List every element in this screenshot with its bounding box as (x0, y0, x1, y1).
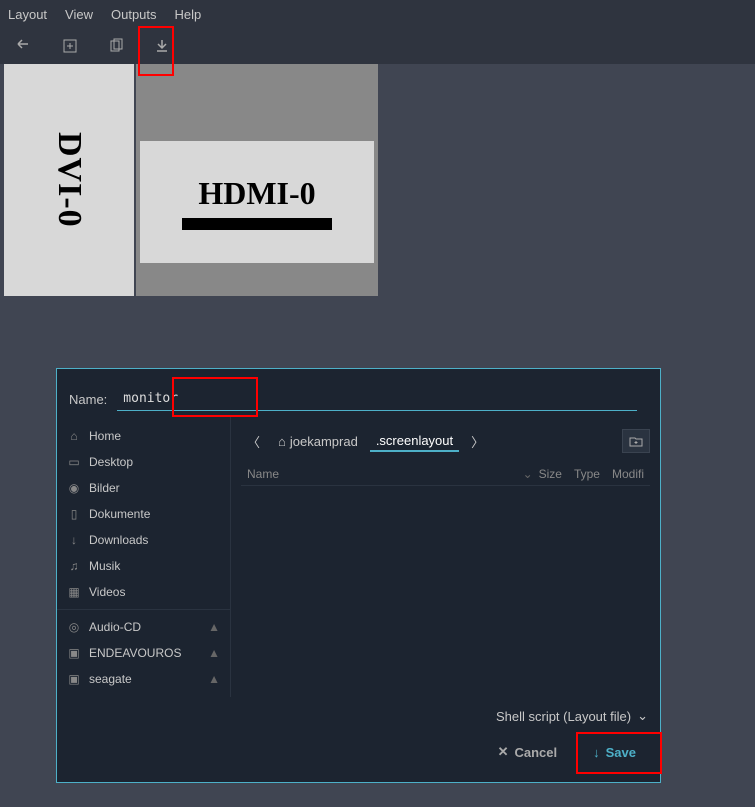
home-icon: ⌂ (67, 429, 81, 443)
add-icon[interactable] (58, 34, 82, 58)
col-name[interactable]: Name (241, 467, 523, 481)
breadcrumb: 〈 ⌂ joekamprad .screenlayout 〉 (241, 423, 650, 463)
sidebar-item-seagate[interactable]: ▣ seagate ▲ (57, 666, 230, 692)
drive-icon: ▣ (67, 646, 81, 660)
camera-icon: ◉ (67, 481, 81, 495)
back-icon[interactable]: 〈 (241, 432, 266, 451)
col-size[interactable]: Size (533, 467, 568, 481)
document-icon: ▯ (67, 507, 81, 521)
sidebar-item-home[interactable]: ⌂ Home (57, 423, 230, 449)
sidebar-item-label: Musik (89, 559, 120, 573)
menu-outputs[interactable]: Outputs (111, 7, 157, 22)
disc-icon: ◎ (67, 620, 81, 634)
monitor-hdmi0-label: HDMI-0 (198, 175, 315, 212)
toolbar (0, 28, 755, 64)
sidebar-item-musik[interactable]: ♫ Musik (57, 553, 230, 579)
monitor-hdmi0-bar (182, 218, 332, 230)
filename-input[interactable] (117, 387, 637, 411)
file-list-header: Name ⌄ Size Type Modifi (241, 463, 650, 486)
sidebar-item-label: ENDEAVOUROS (89, 646, 181, 660)
drive-icon: ▣ (67, 672, 81, 686)
apply-icon[interactable] (12, 34, 36, 58)
music-icon: ♫ (67, 559, 81, 573)
sidebar-item-videos[interactable]: ▦ Videos (57, 579, 230, 605)
format-selector[interactable]: Shell script (Layout file) ⌄ (69, 702, 648, 738)
crumb-home[interactable]: ⌂ joekamprad (272, 432, 364, 451)
sidebar-item-label: Downloads (89, 533, 148, 547)
eject-icon[interactable]: ▲ (208, 620, 220, 634)
col-type[interactable]: Type (568, 467, 606, 481)
sidebar-item-label: Dokumente (89, 507, 150, 521)
format-label: Shell script (Layout file) (496, 709, 631, 724)
eject-icon[interactable]: ▲ (208, 672, 220, 686)
sidebar-item-audiocd[interactable]: ◎ Audio-CD ▲ (57, 614, 230, 640)
video-icon: ▦ (67, 585, 81, 599)
eject-icon[interactable]: ▲ (208, 646, 220, 660)
sidebar-item-label: Home (89, 429, 121, 443)
monitor-dvi0[interactable]: DVI-0 (4, 64, 134, 296)
sidebar-item-label: Bilder (89, 481, 120, 495)
places-sidebar: ⌂ Home ▭ Desktop ◉ Bilder ▯ Dokumente ↓ Downl… (57, 417, 231, 697)
sort-icon[interactable]: ⌄ (523, 467, 533, 481)
save-layout-icon[interactable] (150, 34, 174, 58)
download-icon: ↓ (67, 533, 81, 547)
monitor-dvi0-label: DVI-0 (50, 132, 88, 228)
sidebar-item-label: Desktop (89, 455, 133, 469)
cancel-button[interactable]: ✕ Cancel (486, 738, 570, 766)
name-label: Name: (69, 392, 107, 407)
save-icon: ↓ (593, 745, 600, 760)
new-folder-button[interactable] (622, 429, 650, 453)
sidebar-item-label: seagate (89, 672, 132, 686)
sidebar-item-desktop[interactable]: ▭ Desktop (57, 449, 230, 475)
folder-icon: ▭ (67, 455, 81, 469)
display-canvas[interactable]: DVI-0 HDMI-0 (0, 64, 755, 344)
menu-view[interactable]: View (65, 7, 93, 22)
sidebar-item-dokumente[interactable]: ▯ Dokumente (57, 501, 230, 527)
save-dialog: Name: ⌂ Home ▭ Desktop ◉ Bilder ▯ Dokumente … (56, 368, 661, 783)
crumb-screenlayout[interactable]: .screenlayout (370, 431, 459, 452)
menu-help[interactable]: Help (175, 7, 202, 22)
close-icon: ✕ (498, 744, 509, 760)
monitor-hdmi0[interactable]: HDMI-0 (136, 64, 378, 296)
save-label: Save (606, 745, 636, 760)
home-icon: ⌂ (278, 434, 286, 449)
copy-icon[interactable] (104, 34, 128, 58)
col-modified[interactable]: Modifi (606, 467, 650, 481)
sidebar-item-downloads[interactable]: ↓ Downloads (57, 527, 230, 553)
menu-layout[interactable]: Layout (8, 7, 47, 22)
sidebar-item-label: Audio-CD (89, 620, 141, 634)
cancel-label: Cancel (514, 745, 557, 760)
save-button[interactable]: ↓ Save (581, 738, 648, 766)
sidebar-item-label: Videos (89, 585, 125, 599)
menubar: Layout View Outputs Help (0, 0, 755, 28)
chevron-down-icon: ⌄ (637, 708, 648, 724)
sidebar-item-bilder[interactable]: ◉ Bilder (57, 475, 230, 501)
sidebar-item-endeavouros[interactable]: ▣ ENDEAVOUROS ▲ (57, 640, 230, 666)
crumb-label: joekamprad (290, 434, 358, 449)
file-area: 〈 ⌂ joekamprad .screenlayout 〉 Name ⌄ Siz… (231, 417, 660, 697)
forward-icon[interactable]: 〉 (465, 432, 490, 451)
